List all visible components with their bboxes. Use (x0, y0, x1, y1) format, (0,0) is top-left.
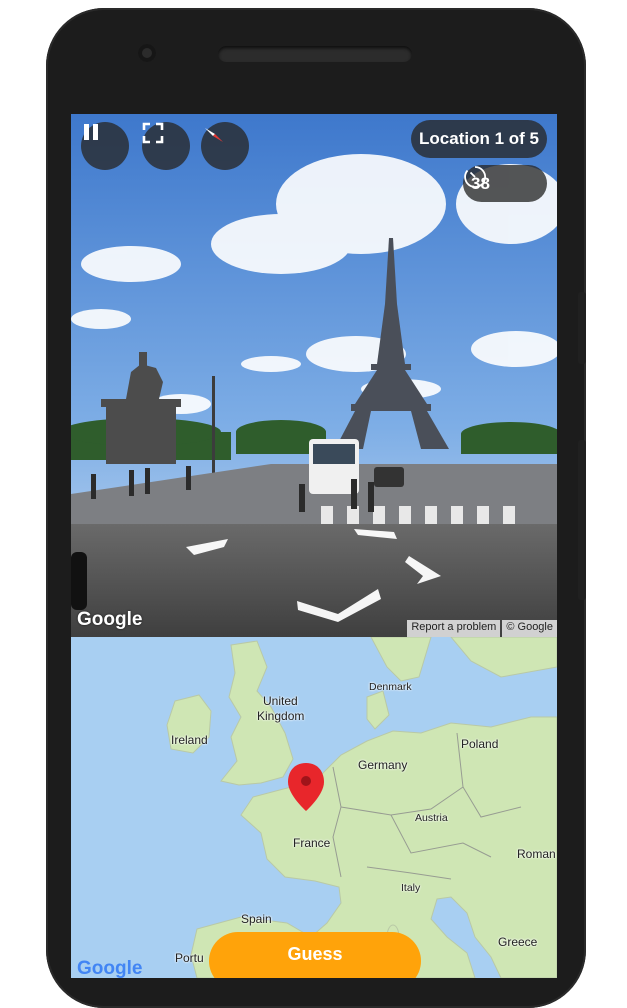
map-label-italy: Italy (401, 882, 421, 894)
guess-map[interactable]: United Kingdom Ireland Denmark Poland Ge… (71, 637, 557, 978)
report-problem-link[interactable]: Report a problem (407, 620, 501, 637)
location-counter: Location 1 of 5 (411, 120, 547, 158)
countdown-timer: 38 (463, 165, 547, 202)
fullscreen-icon (142, 122, 164, 144)
map-google-logo: Google (77, 958, 142, 978)
app-screen: Location 1 of 5 38 Google Report a probl… (71, 114, 557, 978)
map-label-ireland: Ireland (171, 733, 208, 747)
map-label-spain: Spain (241, 912, 272, 926)
map-label-denmark: Denmark (369, 681, 412, 693)
compass-icon (205, 128, 223, 142)
map-label-poland: Poland (461, 737, 499, 751)
attribution-bar: Report a problem © Google (405, 620, 557, 637)
street-view-panorama[interactable]: Location 1 of 5 38 Google Report a probl… (71, 114, 557, 637)
map-label-united: United (263, 694, 298, 708)
earpiece-speaker (218, 46, 412, 62)
guess-button[interactable]: Guess (209, 932, 421, 978)
map-label-portugal: Portu (175, 951, 204, 965)
compass-button[interactable] (201, 122, 249, 170)
map-label-austria: Austria (415, 812, 448, 824)
google-logo: Google (77, 609, 143, 630)
front-camera (138, 44, 156, 62)
map-label-greece: Greece (498, 935, 538, 949)
map-label-germany: Germany (358, 758, 408, 772)
map-label-kingdom: Kingdom (257, 709, 305, 723)
map-label-romania: Roman (517, 847, 556, 861)
timer-icon (464, 166, 486, 188)
copyright-text: © Google (502, 620, 557, 637)
google-logo-text: Google (77, 958, 143, 978)
map-label-france: France (293, 836, 331, 850)
phone-side-button (578, 440, 586, 600)
fullscreen-button[interactable] (142, 122, 190, 170)
phone-side-button (578, 292, 586, 364)
pause-button[interactable] (81, 122, 129, 170)
pause-icon (84, 124, 98, 140)
